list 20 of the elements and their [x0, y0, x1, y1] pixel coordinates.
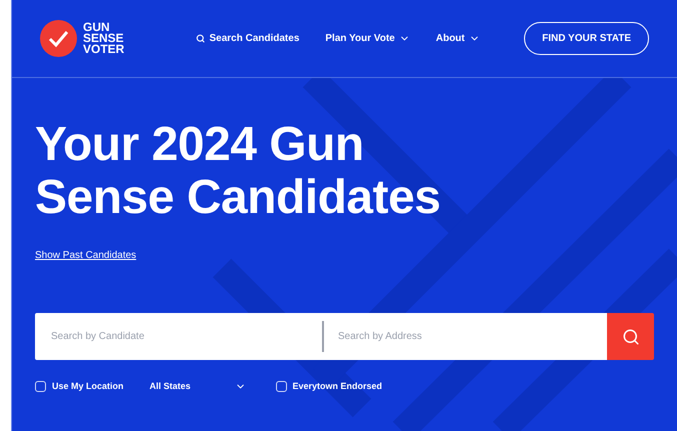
checkbox-box[interactable] [276, 381, 287, 392]
checkbox-box[interactable] [35, 381, 46, 392]
search-icon [622, 328, 640, 346]
nav-link[interactable]: About [436, 31, 480, 46]
candidate-search-field[interactable]: Search by Candidate [35, 313, 322, 360]
hero-title: Your 2024 Gun Sense Candidates [35, 118, 442, 224]
search-button[interactable] [607, 313, 654, 360]
checkbox-label: Everytown Endorsed [292, 380, 382, 393]
checkbox[interactable]: Use My Location [35, 380, 124, 394]
check-logo-icon [40, 20, 77, 57]
state-select[interactable]: All States [150, 380, 246, 394]
logo-text: GUN SENSE VOTER [83, 22, 124, 55]
checkbox[interactable]: Everytown Endorsed [276, 380, 382, 394]
search-icon [196, 34, 206, 43]
address-search-field[interactable]: Search by Address [324, 313, 607, 360]
checkbox-label: Use My Location [52, 380, 124, 393]
find-state-button[interactable]: FIND YOUR STATE [524, 22, 649, 55]
nav-link[interactable]: Search Candidates [196, 31, 300, 46]
past-candidates-link[interactable]: Show Past Candidates [35, 248, 136, 263]
nav-link[interactable]: Plan Your Vote [325, 31, 410, 46]
